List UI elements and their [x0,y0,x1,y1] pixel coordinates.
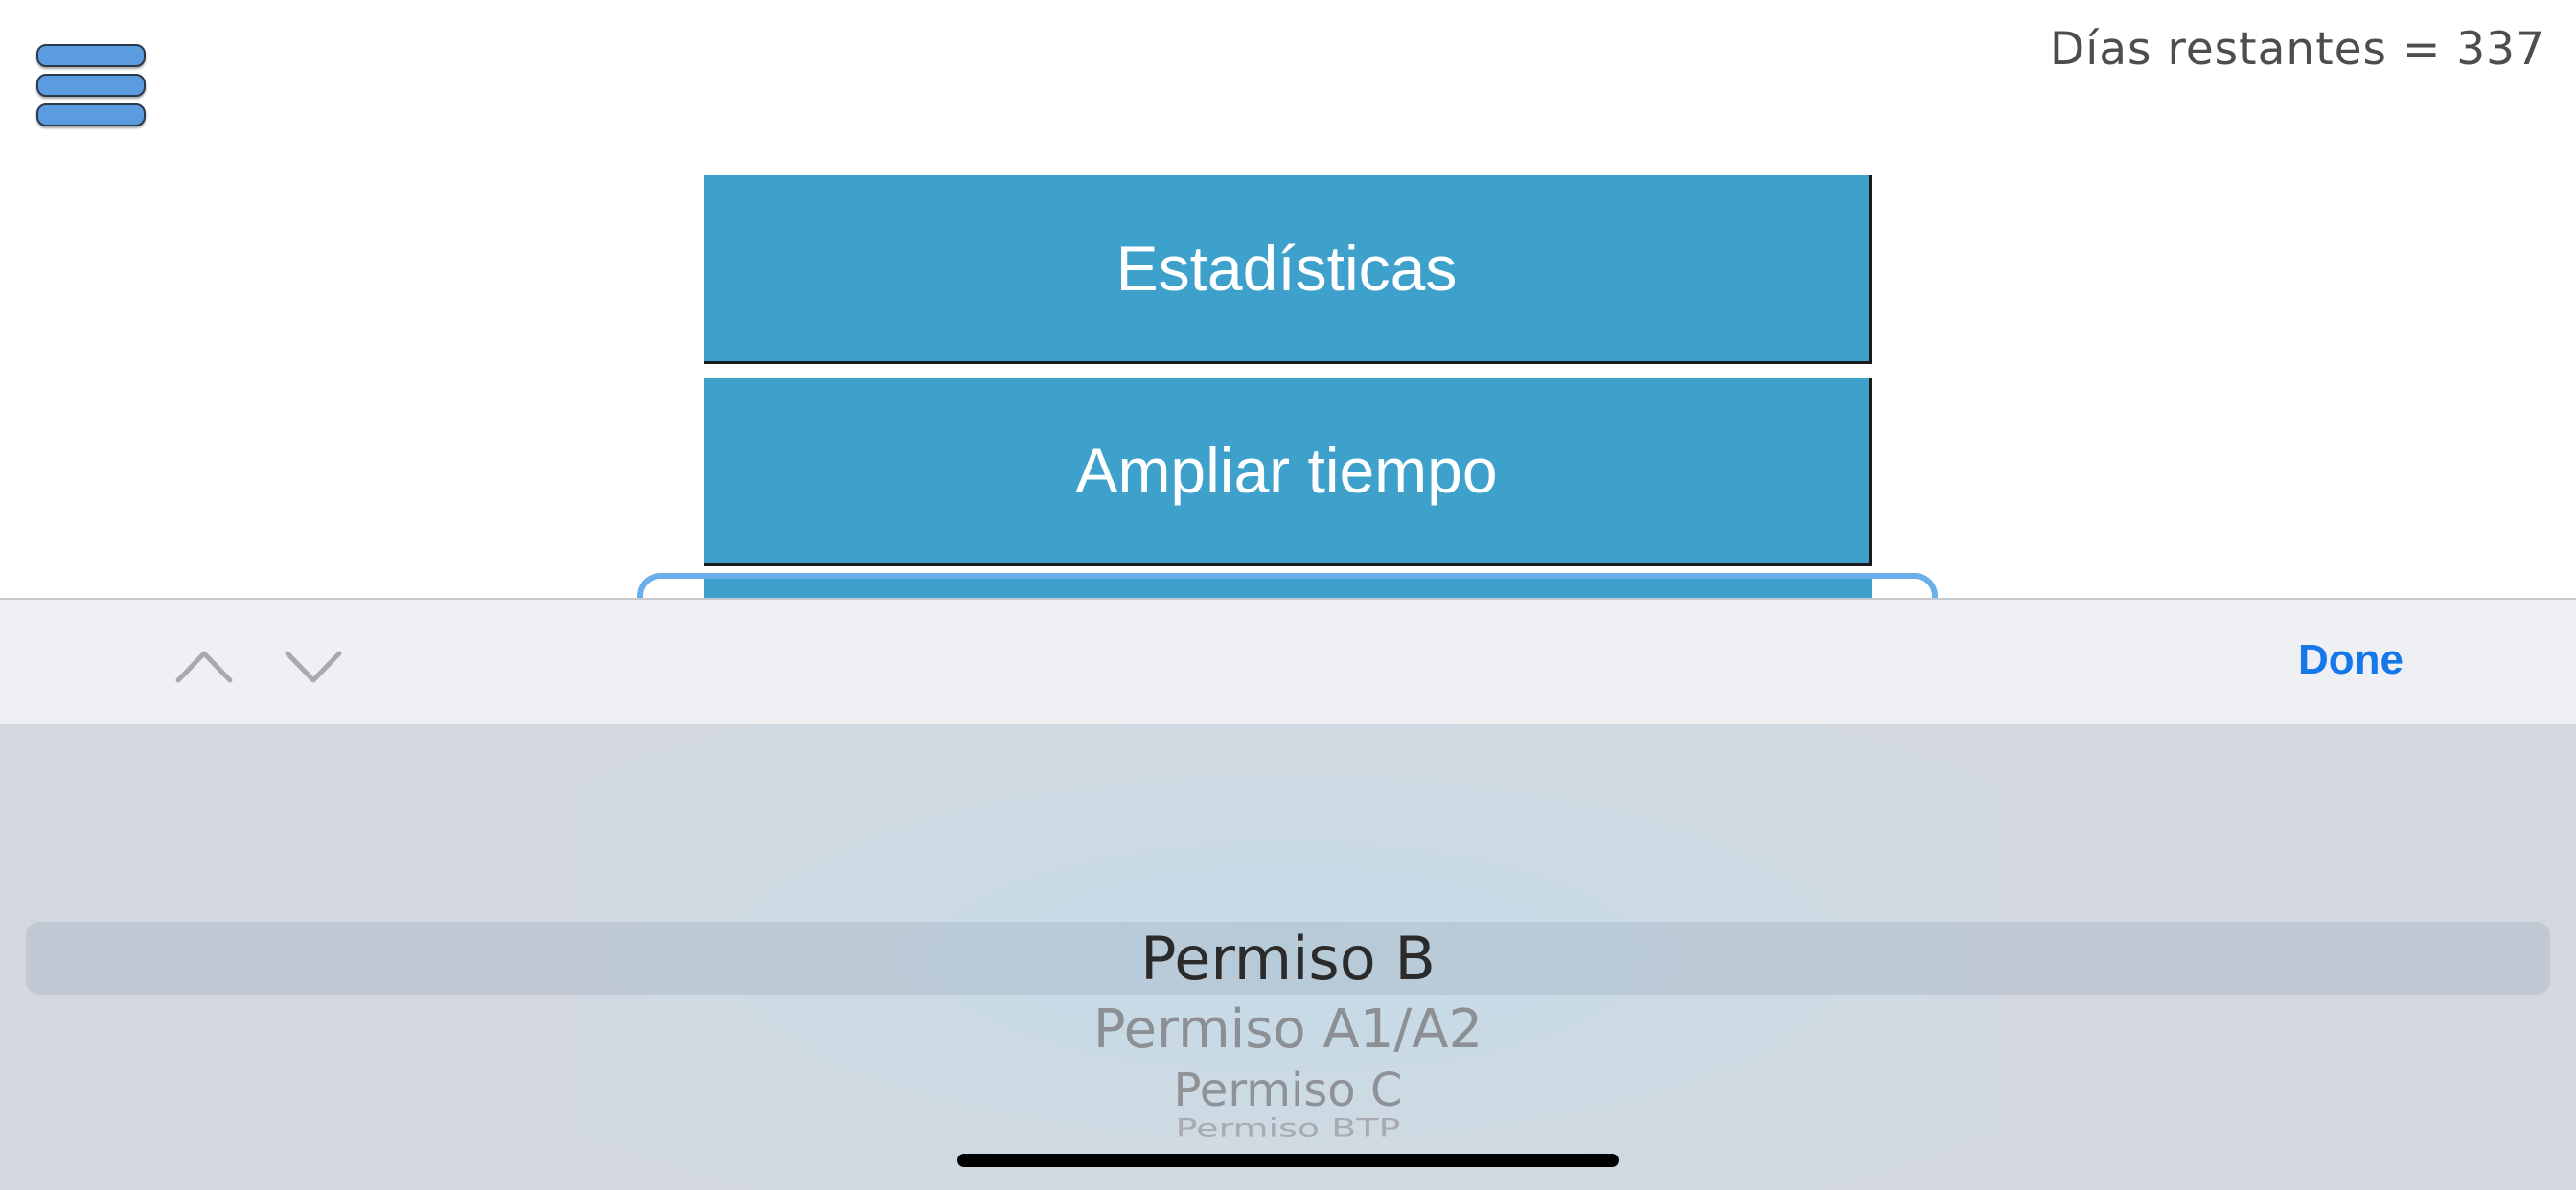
picker-item[interactable]: Permiso A1/A2 [0,998,2576,1061]
done-button[interactable]: Done [2298,636,2404,684]
days-remaining-label: Días restantes = 337 [2050,23,2545,76]
hamburger-bar [36,44,146,67]
picker-item-selected[interactable]: Permiso B [0,924,2576,994]
picker-item[interactable]: Permiso BTP [0,1113,2576,1143]
menu-hamburger-icon[interactable] [36,44,146,126]
extend-time-button[interactable]: Ampliar tiempo [704,378,1872,566]
home-indicator[interactable] [957,1154,1619,1167]
chevron-up-icon[interactable] [171,642,238,690]
hamburger-bar [36,103,146,126]
hamburger-bar [36,74,146,97]
statistics-button[interactable]: Estadísticas [704,175,1872,364]
license-picker-wheel[interactable]: Permiso B Permiso A1/A2 Permiso C Permis… [0,724,2576,1190]
picker-item[interactable]: Permiso C [0,1064,2576,1117]
chevron-down-icon[interactable] [280,642,347,690]
keyboard-accessory-toolbar: Done [0,598,2576,724]
